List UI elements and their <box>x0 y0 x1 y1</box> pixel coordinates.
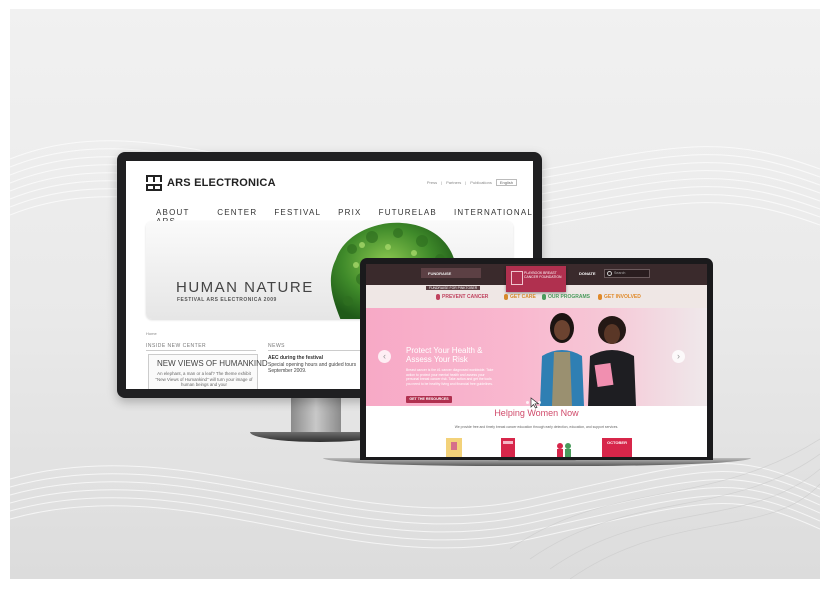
feature-title: NEW VIEWS OF HUMANKIND <box>157 359 268 368</box>
nav-get-involved[interactable]: GET INVOLVED <box>598 294 641 300</box>
divider <box>146 350 256 351</box>
ribbon-icon <box>436 294 440 300</box>
nav-get-care-label: GET CARE <box>510 294 536 300</box>
link-publications[interactable]: Publications <box>470 180 492 185</box>
prev-slide-button[interactable]: ‹ <box>378 350 391 363</box>
fundraise-label: FUNDRAISE <box>428 271 452 276</box>
ars-logo[interactable]: ARS ELECTRONICA <box>146 175 276 191</box>
banner-subtitle: FESTIVAL ARS ELECTRONICA 2009 <box>177 297 277 303</box>
search-placeholder: Search <box>614 271 626 275</box>
section-heading-center: INSIDE NEW CENTER <box>146 343 207 349</box>
link-partners[interactable]: Partners <box>446 180 461 185</box>
nav-our-programs[interactable]: OUR PROGRAMS <box>542 294 590 300</box>
ars-logo-icon <box>146 175 162 191</box>
nav-get-care[interactable]: GET CARE <box>504 294 536 300</box>
hero-text: Breast cancer is the #1 cancer diagnosed… <box>406 368 494 386</box>
language-select[interactable]: English <box>495 179 517 186</box>
breadcrumb[interactable]: Home <box>146 331 157 336</box>
divider <box>268 350 368 351</box>
search-input[interactable]: Search <box>604 269 650 278</box>
news-text: Special opening hours and guided tours S… <box>268 362 357 374</box>
section-subtitle: We provide free and timely breast cancer… <box>454 425 619 429</box>
october-badge[interactable]: OCTOBER <box>602 438 632 457</box>
nav-get-involved-label: GET INVOLVED <box>604 294 641 300</box>
nav-our-programs-label: OUR PROGRAMS <box>548 294 590 300</box>
top-links: Press | Partners | Publications English <box>427 179 517 186</box>
section-heading-news: NEWS <box>268 343 285 349</box>
foundation-logo[interactable]: PLAYBOOK BREAST CANCER FOUNDATION <box>506 266 566 292</box>
feature-text: An elephant, a man or a leaf? The theme … <box>155 371 253 388</box>
banner-title: HUMAN NATURE <box>176 279 314 296</box>
awareness-icon[interactable] <box>444 436 464 457</box>
brand-name: ARS ELECTRONICA <box>167 177 276 189</box>
hero-photo-women <box>540 313 636 406</box>
monitor-stand <box>291 398 341 434</box>
logo-text: PLAYBOOK BREAST CANCER FOUNDATION <box>524 271 562 279</box>
programs-icon <box>542 294 546 300</box>
feature-card[interactable]: NEW VIEWS OF HUMANKIND An elephant, a ma… <box>148 354 268 389</box>
book-icon[interactable] <box>498 436 518 457</box>
nav-prevent-cancer[interactable]: PREVENT CANCER <box>436 294 488 300</box>
link-press[interactable]: Press <box>427 180 437 185</box>
slide-dot[interactable] <box>526 401 529 404</box>
breast-cancer-foundation-page: FUNDRAISE FUNDRAISE FOR PINKTOBER PLAYBO… <box>366 264 707 457</box>
search-icon <box>607 271 612 276</box>
donate-button[interactable]: DONATE <box>579 271 596 276</box>
involved-icon <box>598 294 602 300</box>
section-title: Helping Women Now <box>494 408 579 418</box>
logo-mark-icon <box>511 271 523 285</box>
next-slide-button[interactable]: › <box>672 350 685 363</box>
get-resources-button[interactable]: GET THE RESOURCES <box>406 396 452 403</box>
hero-title: Protect Your Health & Assess Your Risk <box>406 346 483 364</box>
community-icon[interactable] <box>554 436 574 457</box>
nav-prevent-cancer-label: PREVENT CANCER <box>442 294 489 300</box>
laptop: FUNDRAISE FUNDRAISE FOR PINKTOBER PLAYBO… <box>360 258 713 460</box>
news-title[interactable]: AEC during the festival <box>268 355 323 361</box>
fundraise-pinktober-link[interactable]: FUNDRAISE FOR PINKTOBER <box>426 286 481 290</box>
care-icon <box>504 294 508 300</box>
